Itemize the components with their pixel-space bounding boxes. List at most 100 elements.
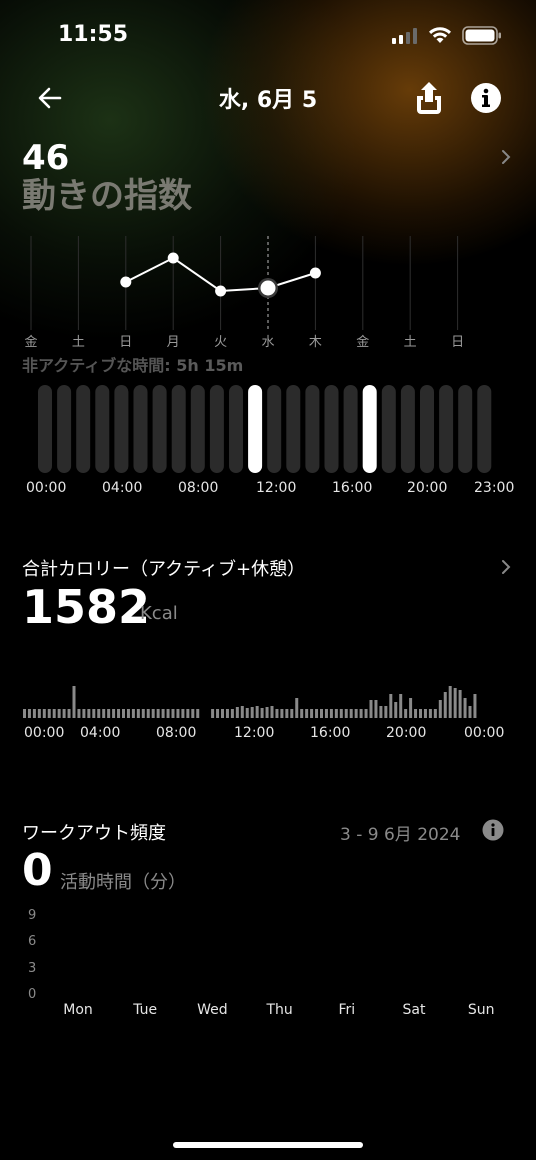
- hour-label: 04:00: [102, 480, 143, 496]
- hour-label: 00:00: [26, 480, 67, 496]
- calorie-bar: [27, 709, 31, 718]
- inactive-hour-bar: [458, 385, 473, 473]
- calorie-bar: [87, 709, 91, 718]
- calorie-bar: [329, 709, 333, 718]
- workout-title: ワークアウト頻度: [22, 823, 166, 844]
- info-button[interactable]: [470, 82, 502, 114]
- calorie-bar: [57, 709, 61, 718]
- calorie-bar: [414, 709, 418, 718]
- y-tick-label: 0: [28, 987, 37, 1002]
- calorie-bar: [369, 700, 373, 718]
- calorie-bar: [339, 709, 343, 718]
- inactive-hour-bar: [286, 385, 301, 473]
- info-icon[interactable]: [482, 819, 504, 841]
- inactive-hour-bar: [38, 385, 52, 473]
- calorie-bar: [315, 709, 319, 718]
- calorie-bar: [453, 688, 457, 718]
- cellular-signal-icon: [392, 28, 417, 44]
- calorie-bar: [320, 709, 323, 718]
- calorie-bar: [67, 709, 71, 718]
- weekday-label: 金: [24, 335, 38, 350]
- inactive-hour-bar-highlighted: [362, 385, 377, 473]
- calorie-bar: [23, 709, 26, 718]
- calorie-bar: [389, 694, 393, 718]
- wifi-icon: [429, 27, 451, 43]
- calorie-bar: [399, 694, 403, 718]
- calorie-bar: [77, 709, 81, 718]
- data-point: [309, 267, 321, 279]
- day-label: Sun: [467, 1002, 495, 1018]
- page-title: 水, 6月 5: [218, 88, 318, 113]
- calorie-bar: [216, 709, 220, 718]
- inactive-time-label: 非アクティブな時間: 5h 15m: [22, 352, 243, 376]
- inactive-hour-bar: [95, 385, 110, 473]
- weekday-label: 月: [166, 335, 180, 350]
- calorie-bar: [240, 706, 244, 718]
- day-label: Thu: [266, 1002, 293, 1018]
- home-indicator[interactable]: [173, 1142, 363, 1148]
- weekday-label: 木: [308, 335, 322, 350]
- calorie-bar: [359, 709, 363, 718]
- status-time: 11:55: [58, 22, 129, 47]
- calorie-bar: [186, 709, 190, 718]
- data-point: [215, 285, 227, 297]
- hour-label: 12:00: [256, 480, 297, 496]
- calorie-bar: [107, 709, 111, 718]
- hour-label: 16:00: [332, 480, 373, 496]
- chevron-right-icon[interactable]: [500, 559, 512, 575]
- calorie-bar: [290, 709, 294, 718]
- calorie-bar: [255, 706, 259, 718]
- calorie-bar: [92, 709, 96, 718]
- calorie-bar: [37, 709, 41, 718]
- calorie-bar: [265, 707, 269, 718]
- calorie-bar: [404, 709, 408, 718]
- day-label: Fri: [338, 1002, 356, 1018]
- share-button[interactable]: [412, 80, 446, 116]
- inactive-hour-bar: [171, 385, 186, 473]
- inactive-hour-bar: [209, 385, 224, 473]
- time-label: 12:00: [234, 725, 275, 741]
- calorie-bar: [305, 709, 309, 718]
- calorie-bar: [394, 702, 398, 718]
- inactive-hour-bar: [76, 385, 91, 473]
- workout-unit: 活動時間（分）: [60, 872, 186, 893]
- calorie-bar: [141, 709, 145, 718]
- calorie-bar: [191, 709, 195, 718]
- hour-label: 23:00: [474, 480, 515, 496]
- y-tick-label: 6: [28, 934, 37, 949]
- calorie-bar: [97, 709, 101, 718]
- inactive-hour-bar: [477, 385, 492, 473]
- inactive-hour-bar: [152, 385, 167, 473]
- calorie-bar: [260, 708, 264, 718]
- calorie-bar: [384, 706, 388, 718]
- calorie-bar: [300, 709, 304, 718]
- calorie-bar: [136, 709, 140, 718]
- selected-data-point: [260, 280, 276, 296]
- calorie-bar: [117, 709, 121, 718]
- calorie-bar: [334, 709, 338, 718]
- inactive-hour-bar: [190, 385, 205, 473]
- inactive-hour-bar: [381, 385, 396, 473]
- time-label: 08:00: [156, 725, 197, 741]
- calorie-bar: [146, 709, 150, 718]
- workout-value: 0: [22, 845, 53, 896]
- calorie-bar: [324, 709, 328, 718]
- calorie-bar: [423, 709, 427, 718]
- calorie-bar: [176, 709, 180, 718]
- calorie-bar: [151, 709, 155, 718]
- calorie-bar: [102, 709, 106, 718]
- day-label: Sat: [402, 1002, 426, 1018]
- data-point: [167, 252, 179, 264]
- calorie-bar: [428, 709, 432, 718]
- calorie-bar: [349, 709, 353, 718]
- weekday-label: 水: [261, 335, 275, 350]
- calorie-bar: [280, 709, 284, 718]
- inactive-hour-bar: [229, 385, 243, 473]
- calories-bar-chart: [23, 686, 477, 718]
- calorie-bar: [379, 706, 383, 718]
- chevron-right-icon[interactable]: [500, 149, 512, 165]
- calorie-bar: [448, 686, 452, 718]
- time-label: 20:00: [386, 725, 427, 741]
- calorie-bar: [52, 709, 56, 718]
- day-label: Tue: [133, 1002, 158, 1018]
